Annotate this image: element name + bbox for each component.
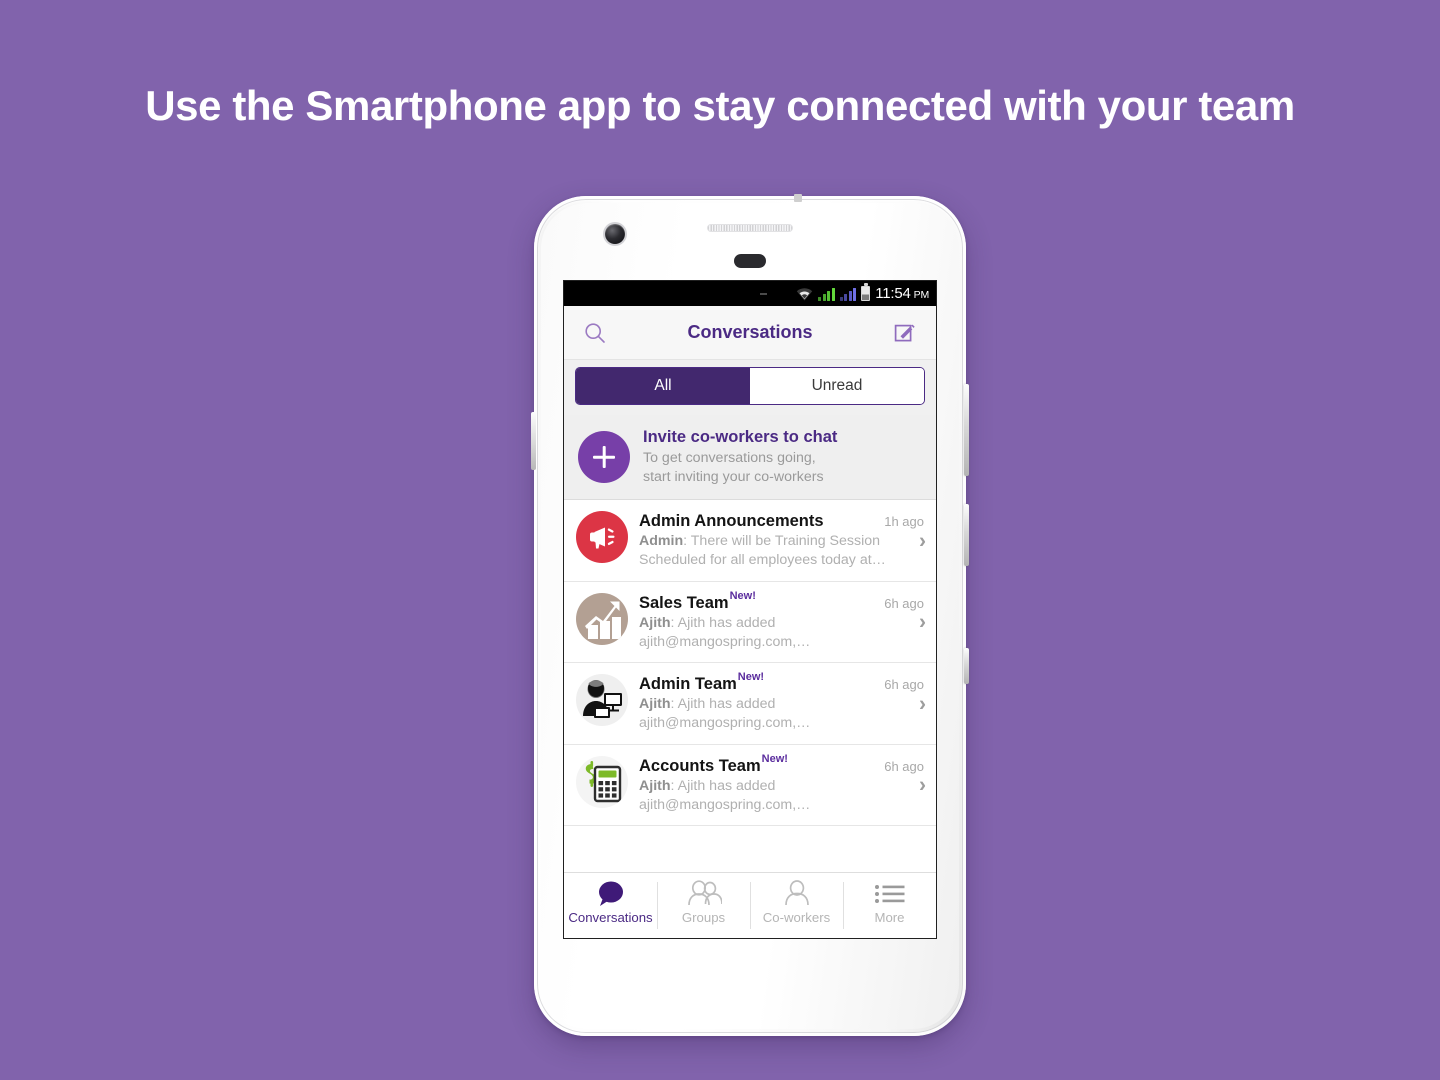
speech-bubble-icon — [595, 878, 627, 910]
message-snippet: Ajith: Ajith has added ajith@mangospring… — [639, 614, 924, 651]
list-item-topline: Accounts Team New! 6h ago — [639, 753, 924, 776]
tab-more[interactable]: More — [843, 873, 936, 938]
calculator-icon — [585, 760, 622, 803]
avatar — [576, 511, 628, 564]
signal-icon — [818, 287, 835, 301]
chevron-right-icon: › — [919, 773, 926, 797]
chevron-right-icon: › — [919, 692, 926, 716]
compose-button[interactable] — [890, 318, 920, 348]
new-badge: New! — [737, 671, 765, 684]
growth-chart-icon — [585, 601, 621, 639]
invite-subtitle-line2: start inviting your co-workers — [643, 468, 824, 485]
message-snippet: Admin: There will be Training Session Sc… — [639, 532, 924, 569]
timestamp: 6h ago — [884, 677, 924, 693]
wifi-icon — [796, 287, 813, 301]
admin-user-icon — [583, 680, 622, 719]
search-button[interactable] — [580, 318, 610, 348]
status-time: 11:54 PM — [875, 285, 929, 302]
phone-screen: 11:54 PM Conversations All Unread Invite… — [563, 280, 937, 939]
battery-icon — [861, 286, 871, 301]
list-item[interactable]: Sales Team New! 6h ago Ajith: Ajith has … — [564, 581, 936, 664]
filter-segment-wrap: All Unread — [564, 360, 936, 415]
signal-icon-2 — [839, 287, 857, 301]
conversation-name: Admin Team — [639, 675, 737, 694]
page-title: Use the Smartphone app to stay connected… — [145, 82, 1295, 129]
conversation-name: Sales Team — [639, 593, 729, 612]
tab-coworkers[interactable]: Co-workers — [750, 873, 843, 938]
list-menu-icon — [874, 878, 906, 910]
status-ampm: PM — [913, 289, 930, 301]
tab-groups[interactable]: Groups — [657, 873, 750, 938]
list-item[interactable]: Admin Announcements 1h ago Admin: There … — [564, 500, 936, 582]
megaphone-icon — [590, 527, 615, 549]
message-sender: Admin — [639, 533, 684, 550]
message-sender: Ajith — [639, 614, 671, 631]
timestamp: 6h ago — [884, 595, 924, 611]
list-item-body: Sales Team New! 6h ago Ajith: Ajith has … — [639, 590, 924, 651]
new-badge: New! — [729, 589, 756, 602]
tab-label: More — [874, 910, 905, 925]
list-item[interactable]: Accounts Team New! 6h ago Ajith: Ajith h… — [564, 744, 936, 827]
message-snippet: Ajith: Ajith has added ajith@mangospring… — [639, 777, 924, 814]
compose-icon — [894, 324, 915, 341]
tab-label: Co-workers — [762, 910, 831, 925]
person-icon — [782, 878, 812, 910]
list-item[interactable]: Admin Team New! 6h ago Ajith: Ajith has … — [564, 663, 936, 745]
list-item-body: Accounts Team New! 6h ago Ajith: Ajith h… — [639, 753, 924, 814]
front-camera-icon — [605, 224, 625, 244]
avatar — [576, 674, 628, 727]
list-item-topline: Admin Announcements 1h ago — [639, 512, 924, 531]
filter-segment: All Unread — [575, 367, 925, 405]
message-sender: Ajith — [639, 696, 671, 713]
avatar — [576, 755, 628, 808]
tab-label: Groups — [681, 910, 726, 925]
list-item-body: Admin Team New! 6h ago Ajith: Ajith has … — [639, 671, 924, 732]
chevron-right-icon: › — [919, 529, 926, 553]
android-status-bar: 11:54 PM — [564, 281, 936, 306]
message-sender: Ajith — [639, 777, 671, 794]
status-clock: 11:54 — [875, 285, 911, 302]
tab-label: Conversations — [568, 910, 653, 925]
tab-all[interactable]: All — [576, 368, 750, 404]
plus-icon — [578, 431, 630, 484]
left-side-button[interactable] — [531, 412, 536, 470]
status-dash-icon — [760, 292, 768, 295]
list-item-topline: Admin Team New! 6h ago — [639, 671, 924, 694]
avatar — [576, 592, 628, 645]
tab-conversations[interactable]: Conversations — [564, 873, 657, 938]
group-people-icon — [686, 878, 722, 910]
phone-mockup: 11:54 PM Conversations All Unread Invite… — [531, 194, 969, 1036]
list-item-topline: Sales Team New! 6h ago — [639, 590, 924, 613]
invite-title: Invite co-workers to chat — [643, 428, 838, 446]
list-item-body: Admin Announcements 1h ago Admin: There … — [639, 511, 924, 569]
invite-text: Invite co-workers to chat To get convers… — [643, 428, 923, 486]
invite-subtitle-line1: To get conversations going, — [643, 450, 816, 466]
invite-coworkers-row[interactable]: Invite co-workers to chat To get convers… — [564, 415, 936, 620]
conversation-name: Admin Announcements — [639, 512, 824, 531]
volume-button[interactable] — [964, 384, 969, 476]
chevron-right-icon: › — [919, 610, 926, 634]
timestamp: 6h ago — [884, 758, 924, 774]
app-header: Conversations — [564, 306, 936, 360]
bottom-tab-bar: Conversations Groups Co-workers More — [564, 872, 936, 938]
app-title: Conversations — [687, 322, 813, 342]
new-badge: New! — [761, 752, 788, 765]
side-button-lower[interactable] — [964, 648, 969, 684]
earpiece-speaker — [707, 224, 793, 232]
message-snippet: Ajith: Ajith has added ajith@mangospring… — [639, 695, 924, 732]
power-button[interactable] — [964, 504, 969, 566]
tab-unread[interactable]: Unread — [750, 368, 924, 404]
timestamp: 1h ago — [884, 514, 924, 530]
conversation-list: Invite co-workers to chat To get convers… — [564, 415, 936, 827]
conversation-name: Accounts Team — [639, 756, 761, 775]
phone-top-nub — [794, 194, 802, 202]
proximity-sensor — [734, 254, 766, 268]
search-icon — [585, 322, 605, 343]
